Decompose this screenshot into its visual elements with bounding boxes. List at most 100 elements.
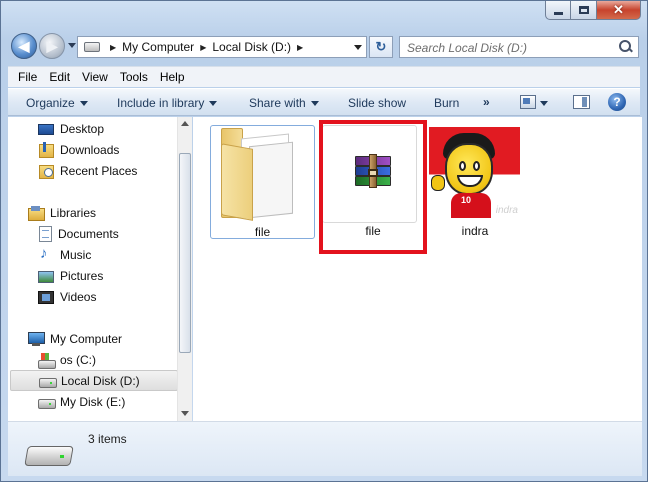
thumbnail-watermark: indra [495, 205, 518, 216]
hand-shape [431, 175, 445, 191]
breadcrumb-separator-icon[interactable]: ▶ [297, 43, 303, 52]
breadcrumb-separator-icon[interactable]: ▶ [110, 43, 116, 52]
libraries-icon [28, 205, 45, 221]
back-button[interactable]: ◀ [11, 33, 37, 59]
address-bar[interactable]: ▶ My Computer ▶ Local Disk (D:) ▶ [77, 36, 367, 58]
drive-icon [26, 438, 72, 466]
share-with-label: Share with [249, 96, 306, 110]
file-name: indra [461, 224, 489, 238]
details-pane: 3 items [8, 422, 642, 476]
sidebar-item-label: Desktop [60, 121, 105, 136]
navigation-pane-scrollbar[interactable] [177, 117, 192, 421]
music-icon [38, 245, 54, 263]
sidebar-item-label: Pictures [60, 268, 104, 283]
sidebar-item-label: My Computer [50, 331, 123, 346]
search-input[interactable]: Search Local Disk (D:) [407, 41, 527, 55]
sidebar-item-os-c[interactable]: os (C:) [38, 349, 191, 370]
slide-show-button[interactable]: Slide show [348, 96, 406, 110]
close-icon: ✕ [613, 2, 624, 17]
pictures-icon [38, 270, 54, 283]
search-icon[interactable] [619, 40, 632, 53]
include-in-library-button[interactable]: Include in library [117, 96, 218, 110]
refresh-button[interactable]: ↻ [369, 36, 393, 58]
menu-help[interactable]: Help [154, 70, 191, 84]
minimize-button[interactable] [545, 1, 571, 20]
desktop-icon [38, 124, 54, 135]
sidebar-item-pictures[interactable]: Pictures [38, 265, 191, 286]
sidebar-item-music[interactable]: Music [38, 244, 191, 265]
sidebar-item-my-computer[interactable]: My Computer [28, 328, 191, 349]
maximize-icon [578, 6, 589, 14]
menu-view[interactable]: View [76, 70, 114, 84]
forward-arrow-icon: ▶ [46, 38, 58, 54]
command-bar: Organize Include in library Share with S… [8, 88, 640, 116]
file-list: file file 10 indra indra [193, 117, 642, 421]
chevron-down-icon [209, 101, 218, 107]
scroll-down-icon[interactable] [181, 411, 189, 416]
highlight-annotation-box [319, 120, 427, 254]
red-shirt: 10 [451, 193, 491, 218]
os-drive-icon [38, 352, 56, 369]
chevron-down-icon [79, 101, 88, 107]
sidebar-item-label: Downloads [60, 142, 120, 157]
menu-edit[interactable]: Edit [43, 70, 76, 84]
close-button[interactable]: ✕ [597, 1, 641, 20]
sidebar-item-desktop[interactable]: Desktop [38, 118, 191, 139]
minimize-icon [553, 11, 563, 15]
downloads-icon [38, 141, 54, 158]
file-item-folder[interactable]: file [210, 125, 315, 239]
sidebar-item-my-disk-e[interactable]: My Disk (E:) [38, 391, 191, 412]
preview-pane-icon[interactable] [573, 95, 590, 109]
sidebar-item-label: Local Disk (D:) [61, 373, 140, 388]
sidebar-item-videos[interactable]: Videos [38, 286, 191, 307]
burn-button[interactable]: Burn [434, 96, 459, 110]
sidebar-item-label: Videos [60, 289, 97, 304]
maximize-button[interactable] [571, 1, 597, 20]
scroll-up-icon[interactable] [181, 121, 189, 126]
breadcrumb-separator-icon[interactable]: ▶ [200, 43, 206, 52]
chevron-down-icon [310, 101, 319, 107]
address-history-dropdown[interactable] [348, 37, 366, 57]
caption-buttons: ✕ [545, 1, 641, 20]
sidebar-item-label: My Disk (E:) [60, 394, 126, 409]
sidebar-item-recent-places[interactable]: Recent Places [38, 160, 191, 181]
forward-button[interactable]: ▶ [39, 33, 65, 59]
sidebar-item-label: Music [60, 247, 92, 262]
navigation-bar: ◀ ▶ ▶ My Computer ▶ Local Disk (D:) ▶ ↻ … [9, 32, 639, 62]
more-commands-button[interactable]: » [483, 95, 490, 109]
help-icon[interactable]: ? [608, 93, 626, 111]
breadcrumb-local-disk[interactable]: Local Disk (D:) [212, 40, 291, 54]
sidebar-item-label: os (C:) [60, 352, 96, 367]
view-options-dropdown[interactable] [540, 101, 548, 106]
items-count: 3 items [88, 432, 127, 446]
sidebar-item-label: Recent Places [60, 163, 138, 178]
computer-location-icon [84, 42, 100, 52]
menu-file[interactable]: File [12, 70, 43, 84]
sidebar-item-downloads[interactable]: Downloads [38, 139, 191, 160]
organize-button[interactable]: Organize [26, 96, 88, 110]
drive-icon [39, 373, 57, 389]
navigation-pane: Desktop Downloads Recent Places Librarie… [8, 117, 192, 421]
sidebar-item-local-disk-d[interactable]: Local Disk (D:) [10, 370, 178, 391]
sidebar-item-libraries[interactable]: Libraries [28, 202, 191, 223]
back-arrow-icon: ◀ [18, 38, 30, 54]
recent-places-icon [38, 163, 54, 179]
share-with-button[interactable]: Share with [249, 96, 319, 110]
file-name: file [254, 225, 271, 239]
refresh-icon: ↻ [375, 39, 387, 54]
change-view-icon[interactable] [520, 95, 536, 109]
search-box[interactable]: Search Local Disk (D:) [399, 36, 639, 58]
sidebar-item-documents[interactable]: Documents [38, 223, 191, 244]
menu-tools[interactable]: Tools [114, 70, 154, 84]
sidebar-item-label: Libraries [50, 205, 97, 220]
image-thumbnail[interactable]: 10 indra [429, 127, 520, 218]
organize-label: Organize [26, 96, 75, 110]
scrollbar-thumb[interactable] [179, 153, 191, 353]
sidebar-item-label: Documents [58, 226, 119, 241]
computer-icon [28, 331, 45, 347]
explorer-window: ✕ ◀ ▶ ▶ My Computer ▶ Local Disk (D:) ▶ … [0, 0, 648, 482]
recent-pages-dropdown[interactable] [67, 42, 77, 50]
drive-icon [38, 394, 56, 410]
breadcrumb-my-computer[interactable]: My Computer [122, 40, 194, 54]
menu-bar: File Edit View Tools Help [8, 66, 640, 87]
